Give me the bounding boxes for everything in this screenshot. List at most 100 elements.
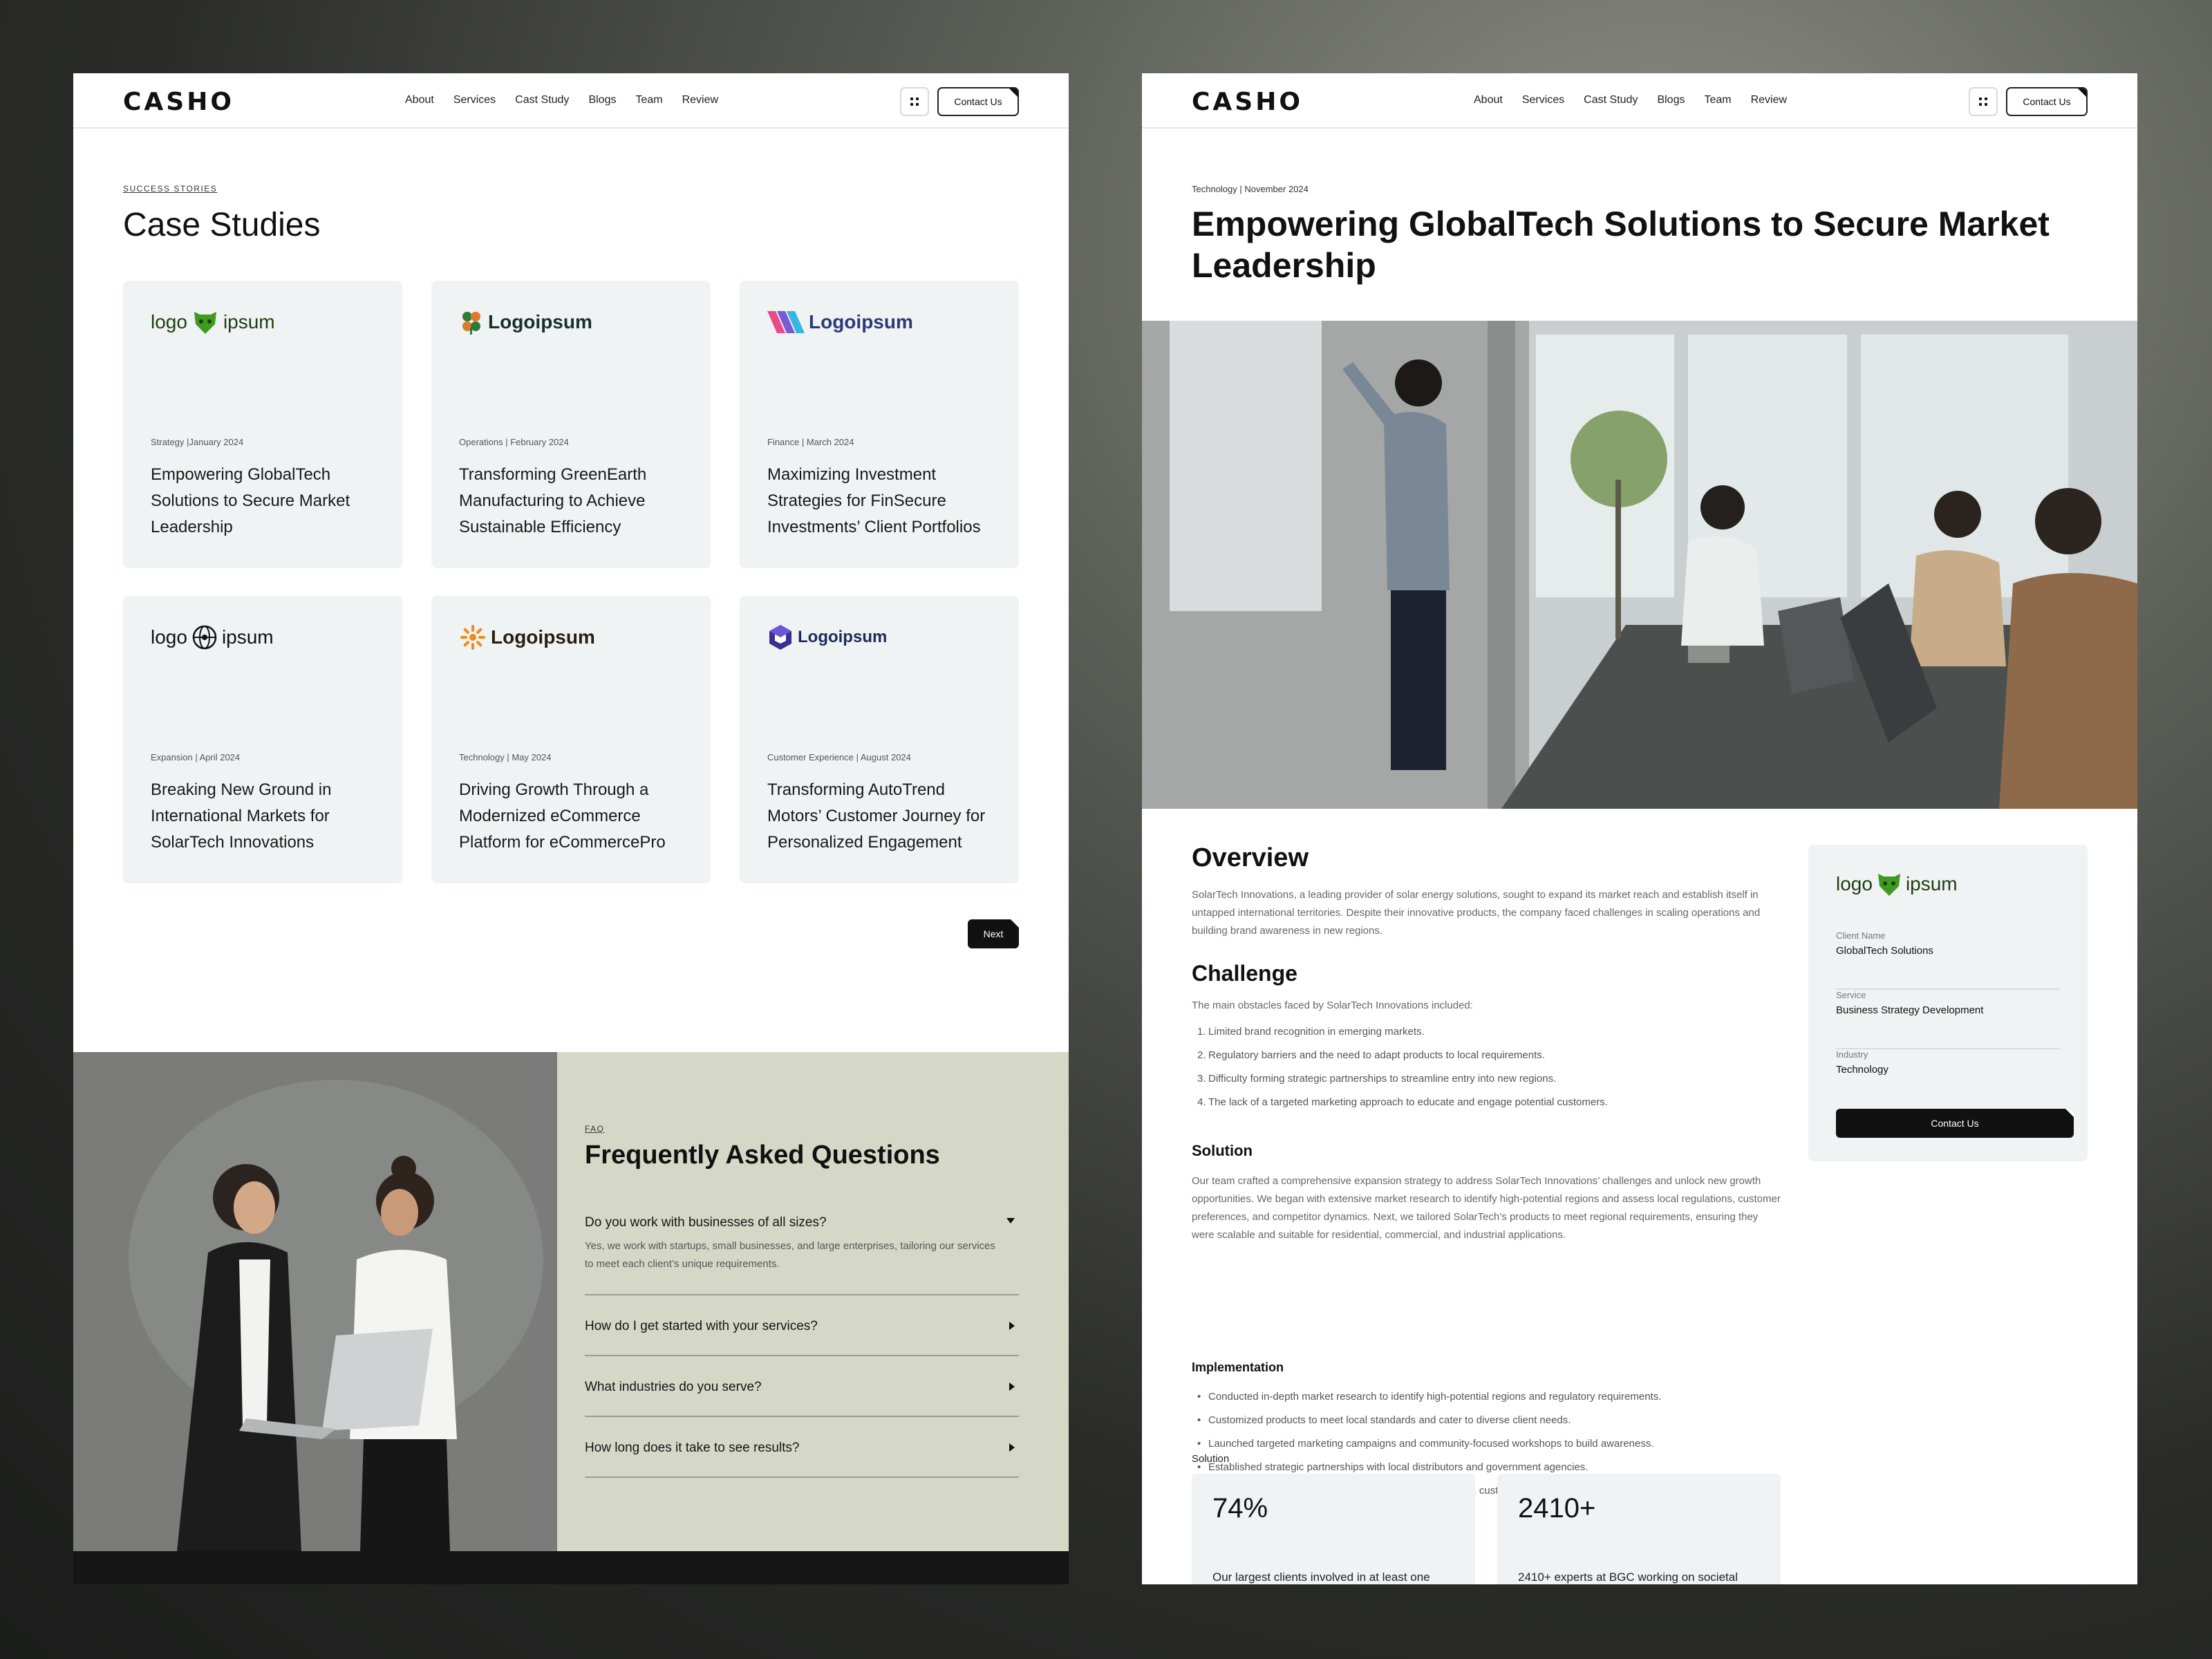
client-logo: logo ipsum	[151, 307, 275, 337]
faq-item[interactable]: How do I get started with your services?	[585, 1319, 1019, 1356]
sidebar-contact-button[interactable]: Contact Us	[1836, 1109, 2074, 1138]
logo-word: Logoipsum	[798, 628, 888, 646]
list-item: Customized products to meet local standa…	[1192, 1409, 1786, 1432]
faq-question[interactable]: How do I get started with your services?	[585, 1319, 1019, 1334]
caret-down-icon[interactable]	[1006, 1218, 1015, 1224]
card-meta: Technology | May 2024	[459, 752, 552, 762]
list-item: 4. The lack of a targeted marketing appro…	[1197, 1096, 1608, 1108]
logo-word: Logoipsum	[809, 311, 913, 332]
bear-icon	[1877, 874, 1900, 896]
nav-item-team[interactable]: Team	[635, 94, 662, 112]
menu-grid-button[interactable]	[900, 87, 929, 116]
case-study-card[interactable]: logo ipsum Expansion | April 2024 Breaki…	[123, 596, 402, 883]
nav-item-case-study[interactable]: Cast Study	[515, 94, 569, 112]
stat-card: 74% Our largest clients involved in at l…	[1192, 1474, 1475, 1584]
nav-item-services[interactable]: Services	[1522, 94, 1564, 112]
card-title[interactable]: Transforming GreenEarth Manufacturing to…	[459, 462, 694, 541]
nav-item-blogs[interactable]: Blogs	[1657, 94, 1685, 112]
field-value: Business Strategy Development	[1836, 1004, 1984, 1016]
nav-item-blogs[interactable]: Blogs	[588, 94, 616, 112]
corner-accent-icon	[2065, 1109, 2074, 1117]
logo-word: logo	[151, 626, 187, 648]
client-name-field: Client Name GlobalTech Solutions	[1836, 930, 2060, 990]
contact-label: Contact Us	[1931, 1118, 1979, 1129]
list-item-text: The lack of a targeted marketing approac…	[1208, 1096, 1608, 1108]
list-item: Conducted in-depth market research to id…	[1192, 1385, 1786, 1409]
sunburst-icon	[460, 625, 485, 650]
solution-heading: Solution	[1192, 1142, 1253, 1159]
client-logo: logo ipsum	[1836, 871, 1958, 897]
header-contact-button[interactable]: Contact Us	[937, 87, 1019, 116]
logo-word: ipsum	[1905, 873, 1958, 894]
logo-word: logo	[1836, 873, 1873, 894]
case-study-card[interactable]: Logoipsum Technology | May 2024 Driving …	[431, 596, 711, 883]
faq-question[interactable]: How long does it take to see results?	[585, 1441, 1019, 1456]
stat-value: 2410+	[1518, 1493, 1596, 1524]
field-value: GlobalTech Solutions	[1836, 945, 1933, 957]
nav-item-about[interactable]: About	[405, 94, 434, 112]
faq-question[interactable]: What industries do you serve?	[585, 1380, 1019, 1395]
field-label: Service	[1836, 990, 1866, 1000]
faq-answer: Yes, we work with startups, small busine…	[585, 1240, 995, 1270]
card-title[interactable]: Transforming AutoTrend Motors’ Customer …	[767, 777, 1002, 856]
corner-accent-icon	[1009, 88, 1018, 97]
solution-text: Our team crafted a comprehensive expansi…	[1192, 1175, 1781, 1241]
client-info-card: logo ipsum Client Name GlobalTech Soluti…	[1808, 845, 2088, 1161]
case-study-card[interactable]: Logoipsum Operations | February 2024 Tra…	[431, 281, 711, 568]
logo-word: ipsum	[221, 626, 274, 648]
brand-logo[interactable]: CASHO	[123, 90, 234, 115]
footer	[73, 1551, 1069, 1584]
list-item: 3. Difficulty forming strategic partnersh…	[1197, 1073, 1557, 1085]
main-nav: About Services Cast Study Blogs Team Rev…	[405, 94, 718, 112]
case-study-card[interactable]: Logoipsum Finance | March 2024 Maximizin…	[740, 281, 1019, 568]
caret-right-icon[interactable]	[1009, 1443, 1015, 1452]
nav-item-review[interactable]: Review	[682, 94, 718, 112]
menu-grid-button[interactable]	[1969, 87, 1998, 116]
faq-question[interactable]: Do you work with businesses of all sizes…	[585, 1215, 1019, 1230]
faq-item-open[interactable]: Do you work with businesses of all sizes…	[585, 1215, 1019, 1295]
caret-right-icon[interactable]	[1009, 1382, 1015, 1391]
client-logo: Logoipsum	[459, 622, 595, 653]
nav-item-review[interactable]: Review	[1751, 94, 1787, 112]
card-meta: Expansion | April 2024	[151, 752, 241, 762]
main-nav: About Services Cast Study Blogs Team Rev…	[1474, 94, 1787, 112]
faq-item[interactable]: How long does it take to see results?	[585, 1441, 1019, 1478]
logo-word: Logoipsum	[488, 311, 592, 332]
challenge-intro: The main obstacles faced by SolarTech In…	[1192, 1000, 1473, 1011]
next-page-button[interactable]: Next	[968, 919, 1019, 948]
section-eyebrow: SUCCESS STORIES	[123, 184, 218, 194]
case-study-card[interactable]: logo ipsum Strategy |January 2024 Empowe…	[123, 281, 402, 568]
client-logo: logo ipsum	[151, 622, 274, 653]
card-title[interactable]: Breaking New Ground in International Mar…	[151, 777, 386, 856]
nav-item-about[interactable]: About	[1474, 94, 1503, 112]
list-item: 1. Limited brand recognition in emerging …	[1197, 1026, 1425, 1038]
stat-value: 74%	[1212, 1493, 1268, 1524]
faq-section: FAQ Frequently Asked Questions Do you wo…	[73, 1052, 1069, 1551]
card-title[interactable]: Empowering GlobalTech Solutions to Secur…	[151, 462, 386, 541]
corner-accent-icon	[1011, 919, 1019, 928]
case-studies-page: CASHO About Services Cast Study Blogs Te…	[73, 73, 1069, 1584]
next-label: Next	[983, 928, 1004, 939]
hero-image	[1142, 321, 2137, 809]
clover-icon	[462, 312, 480, 335]
corner-accent-icon	[2078, 88, 2086, 97]
overview-text: SolarTech Innovations, a leading provide…	[1192, 889, 1761, 937]
challenge-list: 1. Limited brand recognition in emerging …	[1192, 1020, 1786, 1114]
header-contact-label: Contact Us	[2023, 96, 2071, 107]
card-title[interactable]: Driving Growth Through a Modernized eCom…	[459, 777, 694, 856]
nav-item-case-study[interactable]: Cast Study	[1584, 94, 1638, 112]
challenge-heading: Challenge	[1192, 961, 1297, 986]
faq-item[interactable]: What industries do you serve?	[585, 1380, 1019, 1417]
list-item-text: Difficulty forming strategic partnership…	[1208, 1073, 1557, 1085]
stat-text: 2410+ experts at BGC working on societal	[1518, 1571, 1738, 1584]
grid-icon	[910, 97, 919, 106]
nav-item-team[interactable]: Team	[1704, 94, 1731, 112]
card-meta: Finance | March 2024	[767, 437, 854, 447]
caret-right-icon[interactable]	[1009, 1322, 1015, 1330]
card-title[interactable]: Maximizing Investment Strategies for Fin…	[767, 462, 1002, 541]
page-title: Case Studies	[123, 207, 321, 243]
nav-item-services[interactable]: Services	[453, 94, 496, 112]
header-contact-button[interactable]: Contact Us	[2006, 87, 2088, 116]
case-study-card[interactable]: Logoipsum Customer Experience | August 2…	[740, 596, 1019, 883]
brand-logo[interactable]: CASHO	[1192, 90, 1303, 115]
